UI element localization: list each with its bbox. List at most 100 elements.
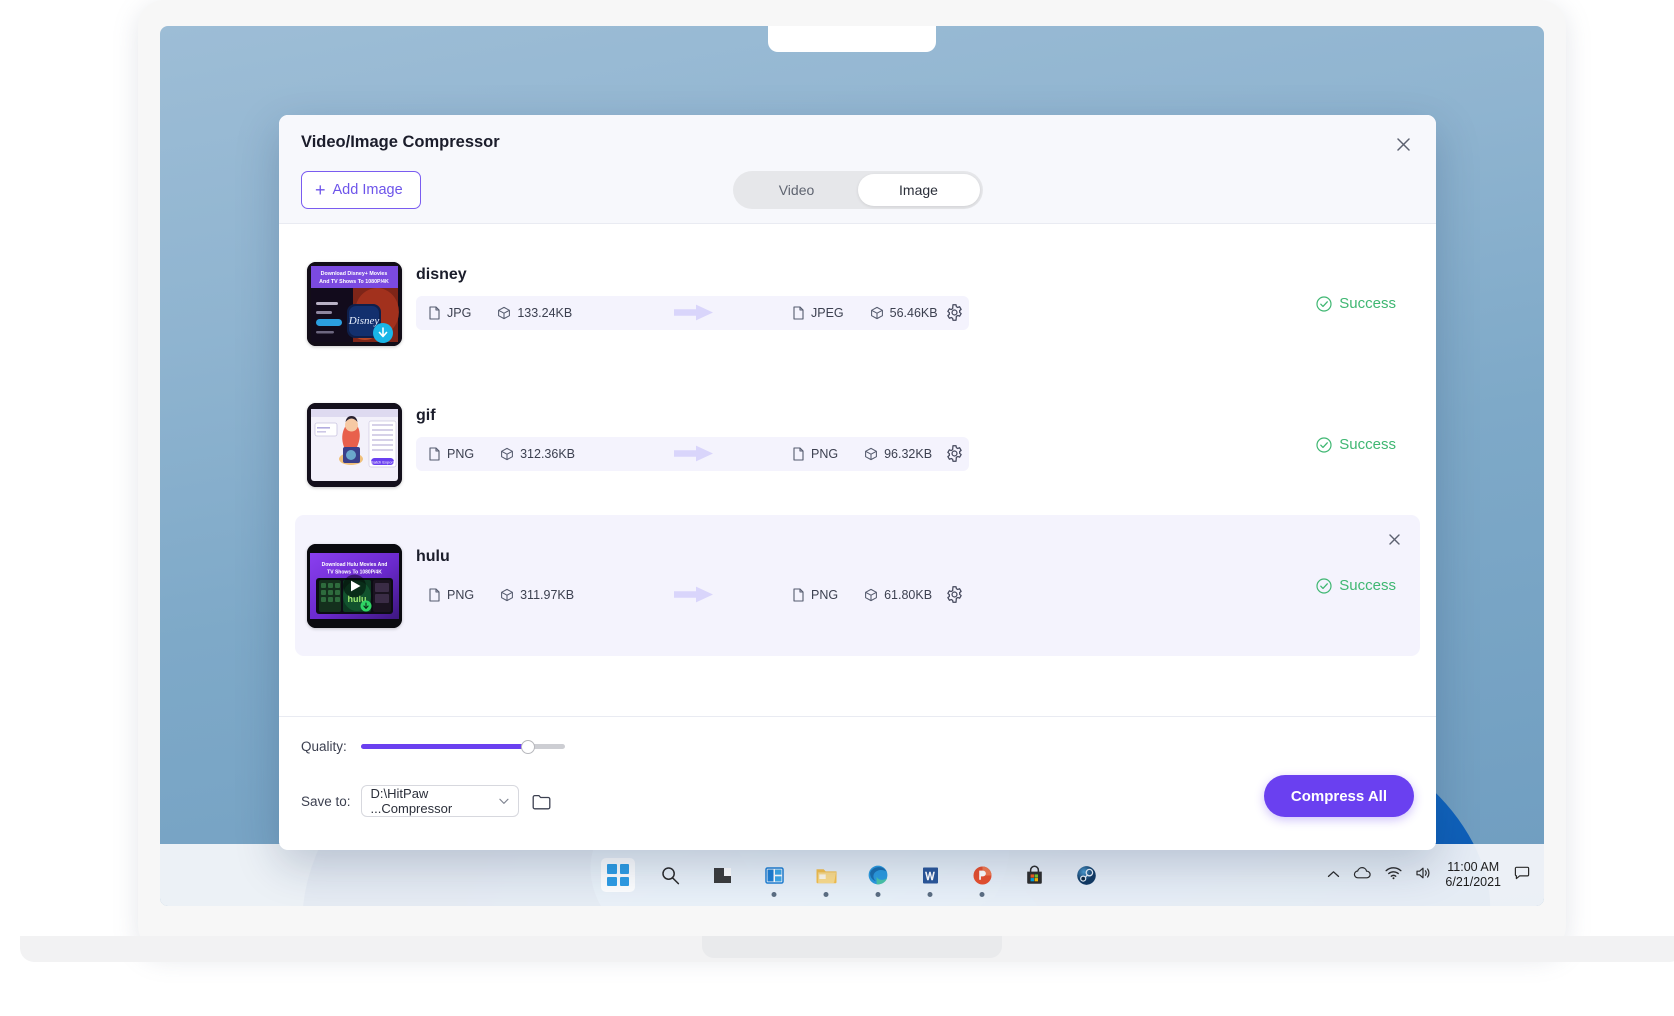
active-indicator — [876, 892, 881, 897]
clock-date: 6/21/2021 — [1445, 875, 1501, 890]
quality-slider[interactable] — [361, 744, 565, 749]
source-size: 133.24KB — [517, 306, 572, 320]
status-badge: Success — [1316, 436, 1396, 453]
laptop-base-notch — [702, 936, 1002, 958]
window-header: Video/Image Compressor + Add Image Video… — [279, 115, 1436, 224]
settings-gear-icon[interactable] — [943, 443, 965, 465]
size-cube-icon — [870, 306, 884, 320]
remove-file-button[interactable] — [1382, 527, 1406, 551]
file-meta-bar: PNG 311.97KB PNG — [416, 578, 969, 612]
active-indicator — [980, 892, 985, 897]
file-list: Disney Download Disney+ Movies And TV Sh… — [279, 224, 1436, 716]
svg-text:Download Disney+ Movies: Download Disney+ Movies — [321, 271, 388, 277]
settings-gear-icon[interactable] — [943, 584, 965, 606]
cloud-icon[interactable] — [1353, 866, 1372, 885]
target-meta: PNG 61.80KB — [792, 588, 932, 602]
microsoft-word-icon[interactable] — [913, 858, 947, 892]
success-check-icon — [1316, 437, 1332, 453]
save-path-value: D:\HitPaw ...Compressor — [371, 786, 499, 816]
conversion-arrow-icon — [674, 304, 714, 321]
file-icon — [428, 447, 441, 461]
active-indicator — [772, 892, 777, 897]
save-location-control: Save to: D:\HitPaw ...Compressor — [301, 785, 555, 817]
target-size: 61.80KB — [884, 588, 932, 602]
compress-all-button[interactable]: Compress All — [1264, 775, 1414, 817]
save-path-select[interactable]: D:\HitPaw ...Compressor — [361, 785, 519, 817]
size-cube-icon — [500, 447, 514, 461]
table-row[interactable]: Batch Export gif — [295, 374, 1420, 515]
tab-video[interactable]: Video — [736, 174, 858, 206]
source-size: 312.36KB — [520, 447, 575, 461]
file-icon — [792, 588, 805, 602]
conversion-arrow-icon — [674, 586, 714, 603]
conversion-arrow-icon — [674, 445, 714, 462]
save-to-label: Save to: — [301, 794, 351, 809]
size-cube-icon — [497, 306, 511, 320]
source-format: PNG — [447, 447, 474, 461]
clock[interactable]: 11:00 AM 6/21/2021 — [1445, 860, 1501, 890]
svg-text:Disney: Disney — [348, 315, 380, 327]
compressor-window: Video/Image Compressor + Add Image Video… — [279, 115, 1436, 850]
file-name: disney — [416, 266, 1408, 284]
wifi-icon[interactable] — [1385, 866, 1402, 885]
notification-center-icon[interactable] — [1514, 866, 1530, 885]
file-icon — [792, 306, 805, 320]
file-icon — [428, 306, 441, 320]
source-meta: JPG 133.24KB — [428, 306, 572, 320]
windows-logo-icon — [607, 864, 629, 886]
status-label: Success — [1339, 295, 1396, 312]
table-row[interactable]: Download Hulu Movies And TV Shows To 108… — [295, 515, 1420, 656]
widgets-icon[interactable] — [757, 858, 791, 892]
search-icon[interactable] — [653, 858, 687, 892]
tab-image[interactable]: Image — [858, 174, 980, 206]
laptop-notch — [768, 26, 936, 52]
file-icon — [792, 447, 805, 461]
quality-slider-fill — [361, 744, 528, 749]
success-check-icon — [1316, 296, 1332, 312]
quality-slider-knob[interactable] — [521, 740, 535, 754]
settings-gear-icon[interactable] — [943, 302, 965, 324]
microsoft-edge-icon[interactable] — [861, 858, 895, 892]
system-tray: 11:00 AM 6/21/2021 — [1327, 844, 1530, 906]
chevron-down-icon — [499, 798, 509, 805]
target-meta: PNG 96.32KB — [792, 447, 932, 461]
file-explorer-icon[interactable] — [809, 858, 843, 892]
plus-icon: + — [315, 181, 326, 199]
status-badge: Success — [1316, 577, 1396, 594]
source-meta: PNG 311.97KB — [428, 588, 574, 602]
status-label: Success — [1339, 577, 1396, 594]
table-row[interactable]: Disney Download Disney+ Movies And TV Sh… — [295, 233, 1420, 374]
add-image-button[interactable]: + Add Image — [301, 171, 421, 209]
start-button[interactable] — [601, 858, 635, 892]
svg-text:And TV Shows To 1080P/4K: And TV Shows To 1080P/4K — [319, 279, 389, 285]
target-format: PNG — [811, 447, 838, 461]
target-format: PNG — [811, 588, 838, 602]
file-info: disney JPG 133.24KB — [416, 262, 1408, 346]
microsoft-store-icon[interactable] — [1017, 858, 1051, 892]
svg-text:Download Hulu Movies And: Download Hulu Movies And — [322, 562, 388, 568]
target-size: 96.32KB — [884, 447, 932, 461]
success-check-icon — [1316, 578, 1332, 594]
active-indicator — [928, 892, 933, 897]
open-folder-button[interactable] — [529, 788, 555, 814]
size-cube-icon — [864, 447, 878, 461]
taskbar-items — [601, 844, 1103, 906]
file-info: gif PNG 312.36KB — [416, 403, 1408, 487]
source-format: JPG — [447, 306, 471, 320]
steam-icon[interactable] — [1069, 858, 1103, 892]
tray-expand-icon[interactable] — [1327, 866, 1340, 884]
file-meta-bar: JPG 133.24KB JPEG — [416, 296, 969, 330]
source-size: 311.97KB — [520, 588, 574, 602]
active-indicator — [824, 892, 829, 897]
thumbnail-disney: Disney Download Disney+ Movies And TV Sh… — [307, 262, 402, 346]
target-format: JPEG — [811, 306, 844, 320]
powerpoint-icon[interactable] — [965, 858, 999, 892]
add-image-label: Add Image — [333, 182, 403, 198]
svg-text:Batch Export: Batch Export — [371, 459, 395, 464]
volume-icon[interactable] — [1415, 866, 1432, 885]
file-name: gif — [416, 407, 1408, 425]
source-format: PNG — [447, 588, 474, 602]
window-close-button[interactable] — [1388, 129, 1418, 159]
task-view-icon[interactable] — [705, 858, 739, 892]
windows-desktop: Video/Image Compressor + Add Image Video… — [160, 26, 1544, 906]
